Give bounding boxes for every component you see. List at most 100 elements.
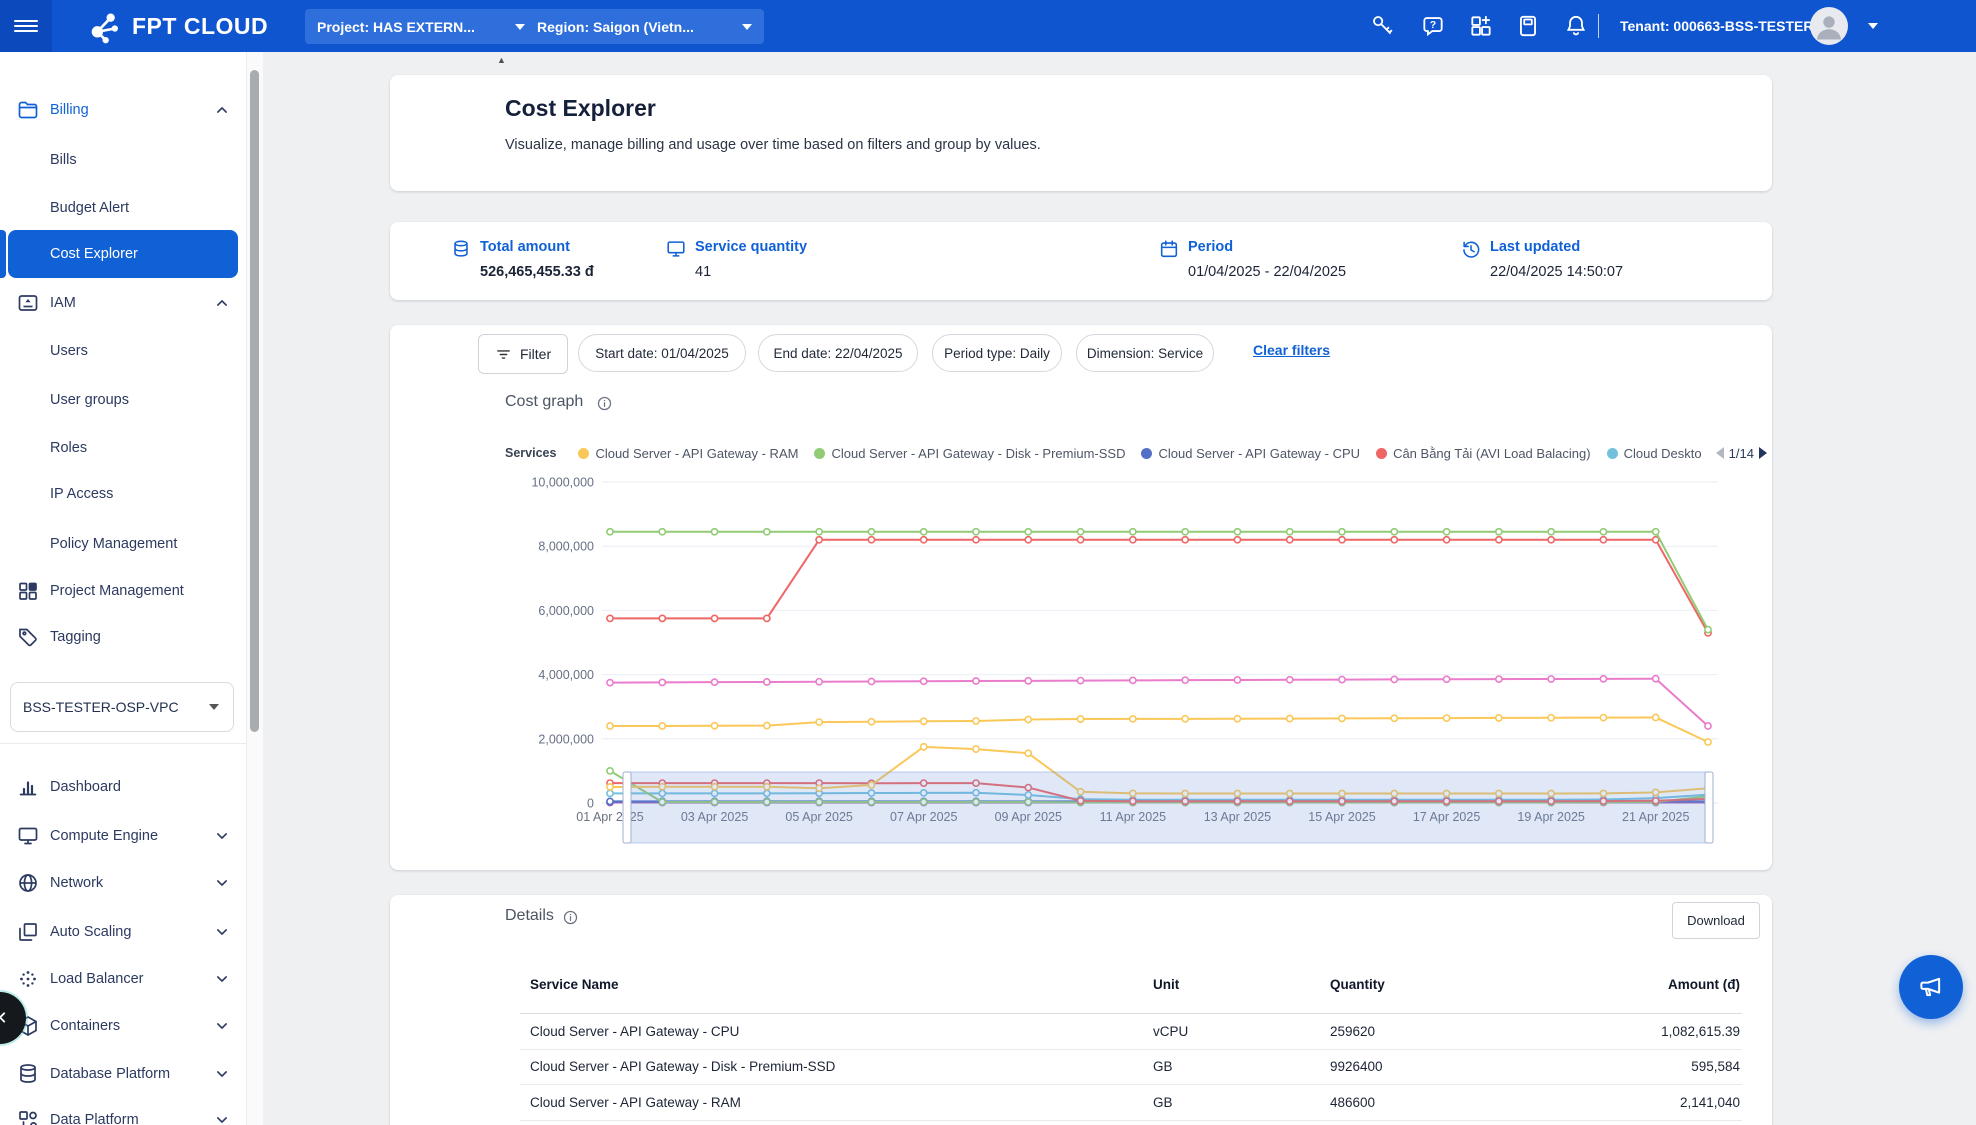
scroll-up-arrow[interactable]: ▲ <box>497 56 506 65</box>
filter-button[interactable]: Filter <box>478 334 568 374</box>
svg-text:0: 0 <box>587 797 594 811</box>
sidebar-item-user-groups[interactable]: User groups <box>0 376 246 424</box>
avatar[interactable] <box>1810 7 1848 45</box>
hamburger-menu-button[interactable] <box>0 0 52 52</box>
megaphone-icon <box>1916 972 1946 1002</box>
legend-item[interactable]: Cân Bằng Tải (AVI Load Balacing) <box>1376 446 1591 461</box>
project-selector[interactable]: Project: HAS EXTERN... <box>305 9 537 44</box>
table-cell: GB <box>1153 1050 1173 1085</box>
sidebar-item-compute-engine[interactable]: Compute Engine <box>0 812 246 860</box>
download-button[interactable]: Download <box>1672 902 1760 939</box>
brush-handle-left[interactable] <box>623 772 631 843</box>
legend-item[interactable]: Cloud Server - API Gateway - CPU <box>1141 446 1360 461</box>
chevron-up-icon <box>212 293 232 313</box>
sidebar-item-budget-alert[interactable]: Budget Alert <box>0 184 246 232</box>
sidebar-item-label: Compute Engine <box>50 828 158 844</box>
key-icon[interactable] <box>1370 13 1396 39</box>
sidebar-item-bills[interactable]: Bills <box>0 136 246 184</box>
legend-dot-icon <box>1376 448 1387 459</box>
sidebar-item-database-platform[interactable]: Database Platform <box>0 1050 246 1098</box>
legend-item[interactable]: Cloud Server - API Gateway - Disk - Prem… <box>814 446 1125 461</box>
details-table: Service NameUnitQuantityAmount (đ)Cloud … <box>520 955 1742 1121</box>
summary-value: 526,465,455.33 đ <box>480 264 594 280</box>
legend-item[interactable]: Cloud Deskto <box>1607 446 1702 461</box>
sidebar-item-label: Billing <box>50 102 89 118</box>
legend-dot-icon <box>578 448 589 459</box>
summary-value: 22/04/2025 14:50:07 <box>1490 264 1623 280</box>
sidebar-item-label: Dashboard <box>50 779 121 795</box>
chevron-down-icon <box>515 24 525 30</box>
filter-pill-3[interactable]: Dimension: Service <box>1076 334 1214 372</box>
region-selector-label: Region: Saigon (Vietn... <box>537 19 694 35</box>
molecule-logo-icon <box>84 6 124 46</box>
column-header: Unit <box>1153 955 1179 1013</box>
sidebar-item-roles[interactable]: Roles <box>0 424 246 472</box>
legend-dot-icon <box>814 448 825 459</box>
filter-pill-2[interactable]: Period type: Daily <box>932 334 1062 372</box>
sidebar-item-containers[interactable]: Containers <box>0 1002 246 1050</box>
sidebar-item-label: Roles <box>50 440 87 456</box>
announcements-fab[interactable] <box>1899 955 1963 1019</box>
sidebar-item-data-platform[interactable]: Data Platform <box>0 1096 246 1125</box>
apps-plus-icon[interactable] <box>1468 13 1494 39</box>
filter-pill-1[interactable]: End date: 22/04/2025 <box>758 334 918 372</box>
legend-pagination: 1/14 <box>1716 446 1767 461</box>
table-cell: GB <box>1153 1085 1173 1120</box>
chart-icon <box>16 775 40 799</box>
sidebar-item-project-management[interactable]: Project Management <box>0 567 246 615</box>
info-icon[interactable] <box>596 395 613 412</box>
sidebar-item-ip-access[interactable]: IP Access <box>0 470 246 518</box>
region-selector[interactable]: Region: Saigon (Vietn... <box>525 9 764 44</box>
sidebar-item-label: IP Access <box>50 486 113 502</box>
sidebar-item-dashboard[interactable]: Dashboard <box>0 763 246 811</box>
table-row[interactable]: Cloud Server - API Gateway - Disk - Prem… <box>520 1050 1742 1086</box>
sidebar-item-billing[interactable]: Billing <box>0 86 246 134</box>
legend-label: Cân Bằng Tải (AVI Load Balacing) <box>1393 446 1591 461</box>
chevron-down-icon <box>742 24 752 30</box>
table-row[interactable]: Cloud Server - API Gateway - CPUvCPU2596… <box>520 1014 1742 1050</box>
info-icon[interactable] <box>562 909 579 926</box>
layers-icon <box>16 920 40 944</box>
vpc-selector[interactable]: BSS-TESTER-OSP-VPC <box>10 682 234 732</box>
sidebar-item-label: Users <box>50 343 88 359</box>
folder-icon <box>16 98 40 122</box>
sidebar-item-cost-explorer[interactable]: Cost Explorer <box>8 230 238 278</box>
tenant-selector[interactable]: Tenant: 000663-BSS-TESTER <box>1620 0 1835 52</box>
sidebar-item-auto-scaling[interactable]: Auto Scaling <box>0 908 246 956</box>
legend-item[interactable]: Cloud Server - API Gateway - RAM <box>578 446 798 461</box>
table-cell: 259620 <box>1330 1014 1375 1049</box>
chevron-up-icon <box>212 100 232 120</box>
filter-pill-0[interactable]: Start date: 01/04/2025 <box>578 334 746 372</box>
sidebar-item-policy-management[interactable]: Policy Management <box>0 520 246 568</box>
legend-label: Cloud Deskto <box>1624 446 1702 461</box>
sidebar-item-label: User groups <box>50 392 129 408</box>
sidebar-item-load-balancer[interactable]: Load Balancer <box>0 955 246 1003</box>
chart-brush-selection[interactable] <box>628 772 1708 843</box>
table-cell: 1,082,615.39 <box>1661 1014 1740 1049</box>
svg-text:10,000,000: 10,000,000 <box>531 476 594 490</box>
scrollbar-thumb[interactable] <box>250 70 259 732</box>
monitor-icon <box>665 238 687 260</box>
sidebar-divider <box>0 743 246 744</box>
clear-filters-link[interactable]: Clear filters <box>1253 342 1330 358</box>
chevron-down-icon[interactable] <box>1868 23 1878 29</box>
coins-icon <box>450 238 472 260</box>
bell-icon[interactable] <box>1563 13 1589 39</box>
legend-next-icon[interactable] <box>1759 447 1767 459</box>
legend-items: Cloud Server - API Gateway - RAM Cloud Se… <box>578 446 1701 461</box>
legend-prev-icon[interactable] <box>1716 447 1724 459</box>
sidebar-item-users[interactable]: Users <box>0 327 246 375</box>
globe-icon <box>16 871 40 895</box>
cost-line-chart[interactable]: 02,000,0004,000,0006,000,0008,000,00010,… <box>390 465 1772 865</box>
brush-handle-right[interactable] <box>1705 772 1713 843</box>
chat-help-icon[interactable]: ? <box>1420 13 1446 39</box>
table-row[interactable]: Cloud Server - API Gateway - RAMGB486600… <box>520 1085 1742 1121</box>
sidebar-item-tagging[interactable]: Tagging <box>0 613 246 661</box>
sidebar-item-network[interactable]: Network <box>0 859 246 907</box>
sidebar-item-iam[interactable]: IAM <box>0 279 246 327</box>
table-cell: 9926400 <box>1330 1050 1383 1085</box>
svg-text:?: ? <box>1430 20 1436 31</box>
fpt-cloud-logo[interactable]: FPT CLOUD <box>84 0 268 52</box>
details-label: Details <box>505 907 554 925</box>
docs-icon[interactable] <box>1515 13 1541 39</box>
